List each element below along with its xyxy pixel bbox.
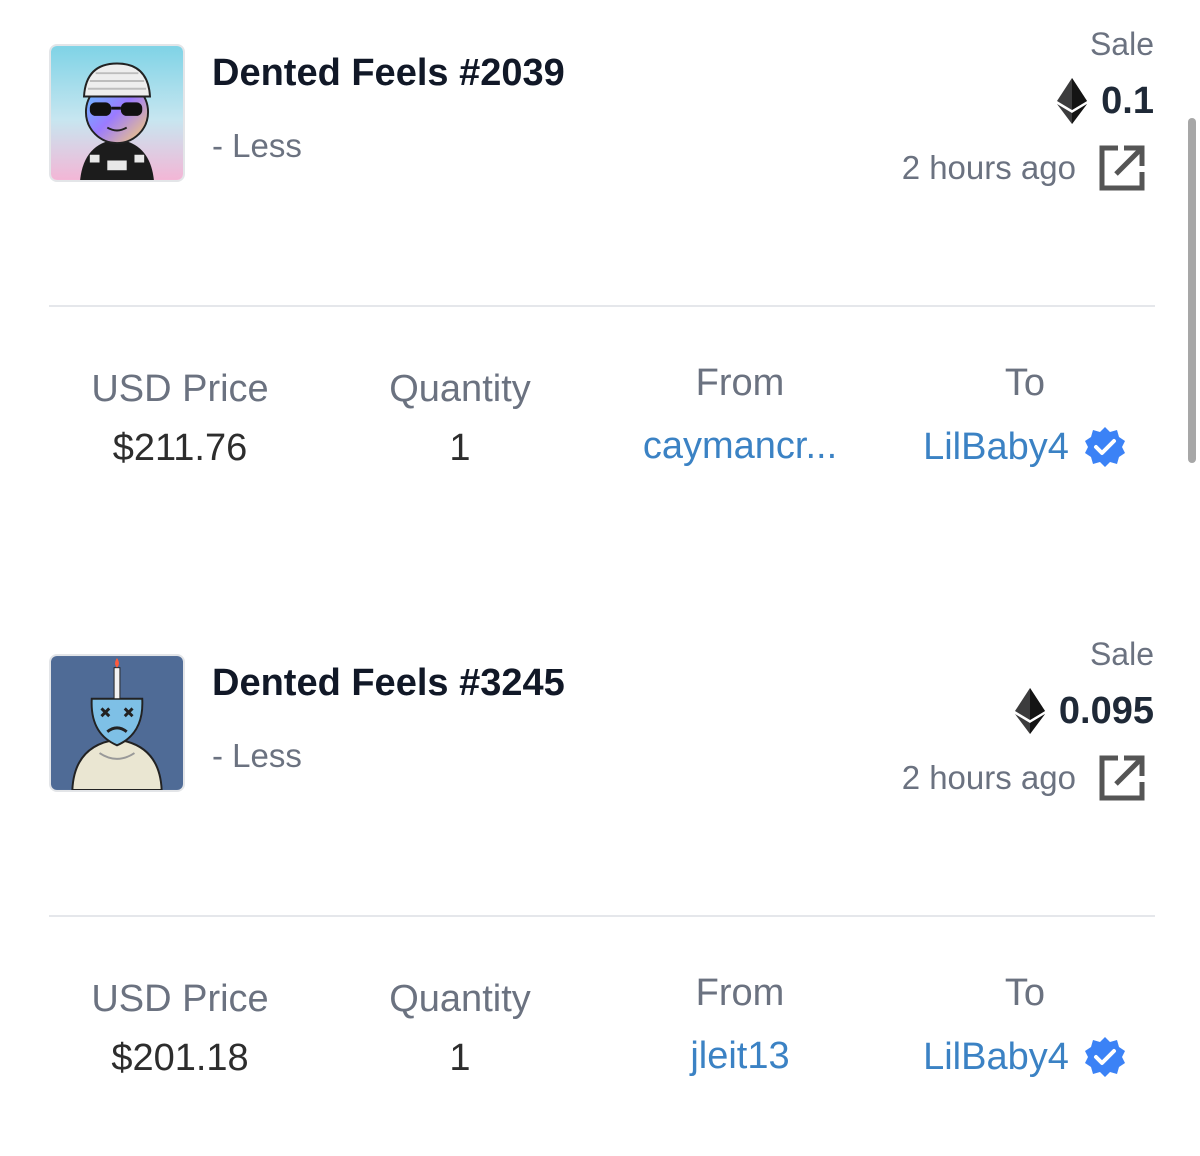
nft-thumbnail-icon [51,656,183,790]
to-stat: To LilBaby4 [890,362,1160,469]
from-label: From [695,362,785,404]
usd-price-stat: USD Price $201.18 [60,978,300,1080]
price-eth-value: 0.095 [1058,689,1154,732]
divider [49,305,1155,307]
time-ago: 2 hours ago [901,149,1076,186]
from-address-link[interactable]: caymancr... [600,425,880,468]
nft-title[interactable]: Dented Feels #2039 [212,52,565,95]
price-eth-value: 0.1 [1101,79,1154,122]
time-ago: 2 hours ago [901,759,1076,796]
quantity-value: 1 [449,427,471,469]
from-stat: From caymancr... [600,362,880,468]
to-address-link[interactable]: LilBaby4 [923,426,1069,469]
quantity-value: 1 [449,1037,471,1079]
ethereum-icon [1014,688,1045,734]
event-type-label: Sale [1089,26,1154,62]
usd-price-label: USD Price [91,978,269,1020]
external-link-icon[interactable] [1094,140,1150,196]
eth-price: 0.095 [1014,688,1154,734]
nft-thumbnail-icon [51,46,183,180]
from-label: From [695,972,785,1014]
usd-price-value: $211.76 [112,427,248,469]
quantity-label: Quantity [389,368,531,410]
to-address-link[interactable]: LilBaby4 [923,1036,1069,1079]
eth-price: 0.1 [1057,78,1154,124]
sale-card: Dented Feels #2039 - Less Sale 0.1 2 hou… [0,0,1200,560]
to-label: To [1004,362,1046,404]
event-type-label: Sale [1089,636,1154,672]
from-stat: From jleit13 [600,972,880,1078]
from-address-link[interactable]: jleit13 [600,1035,880,1078]
nft-thumbnail[interactable] [49,654,185,792]
nft-title[interactable]: Dented Feels #3245 [212,662,565,705]
to-stat: To LilBaby4 [890,972,1160,1079]
nft-thumbnail[interactable] [49,44,185,182]
external-link-icon[interactable] [1094,750,1150,806]
nft-subtitle: - Less [212,127,302,164]
usd-price-label: USD Price [91,368,269,410]
usd-price-value: $201.18 [111,1037,249,1079]
sales-activity-list: Dented Feels #2039 - Less Sale 0.1 2 hou… [0,0,1200,1156]
timestamp-row: 2 hours ago [902,140,1150,196]
scrollbar-thumb[interactable] [1188,118,1196,463]
ethereum-icon [1057,78,1088,124]
divider [49,915,1155,917]
nft-subtitle: - Less [212,737,302,774]
usd-price-stat: USD Price $211.76 [60,368,300,470]
sale-card: Dented Feels #3245 - Less Sale 0.095 2 h… [0,610,1200,1156]
quantity-stat: Quantity 1 [340,368,580,470]
verified-badge-icon [1084,427,1125,467]
timestamp-row: 2 hours ago [902,750,1150,806]
to-label: To [1004,972,1046,1014]
quantity-stat: Quantity 1 [340,978,580,1080]
quantity-label: Quantity [389,978,531,1020]
verified-badge-icon [1084,1037,1125,1077]
